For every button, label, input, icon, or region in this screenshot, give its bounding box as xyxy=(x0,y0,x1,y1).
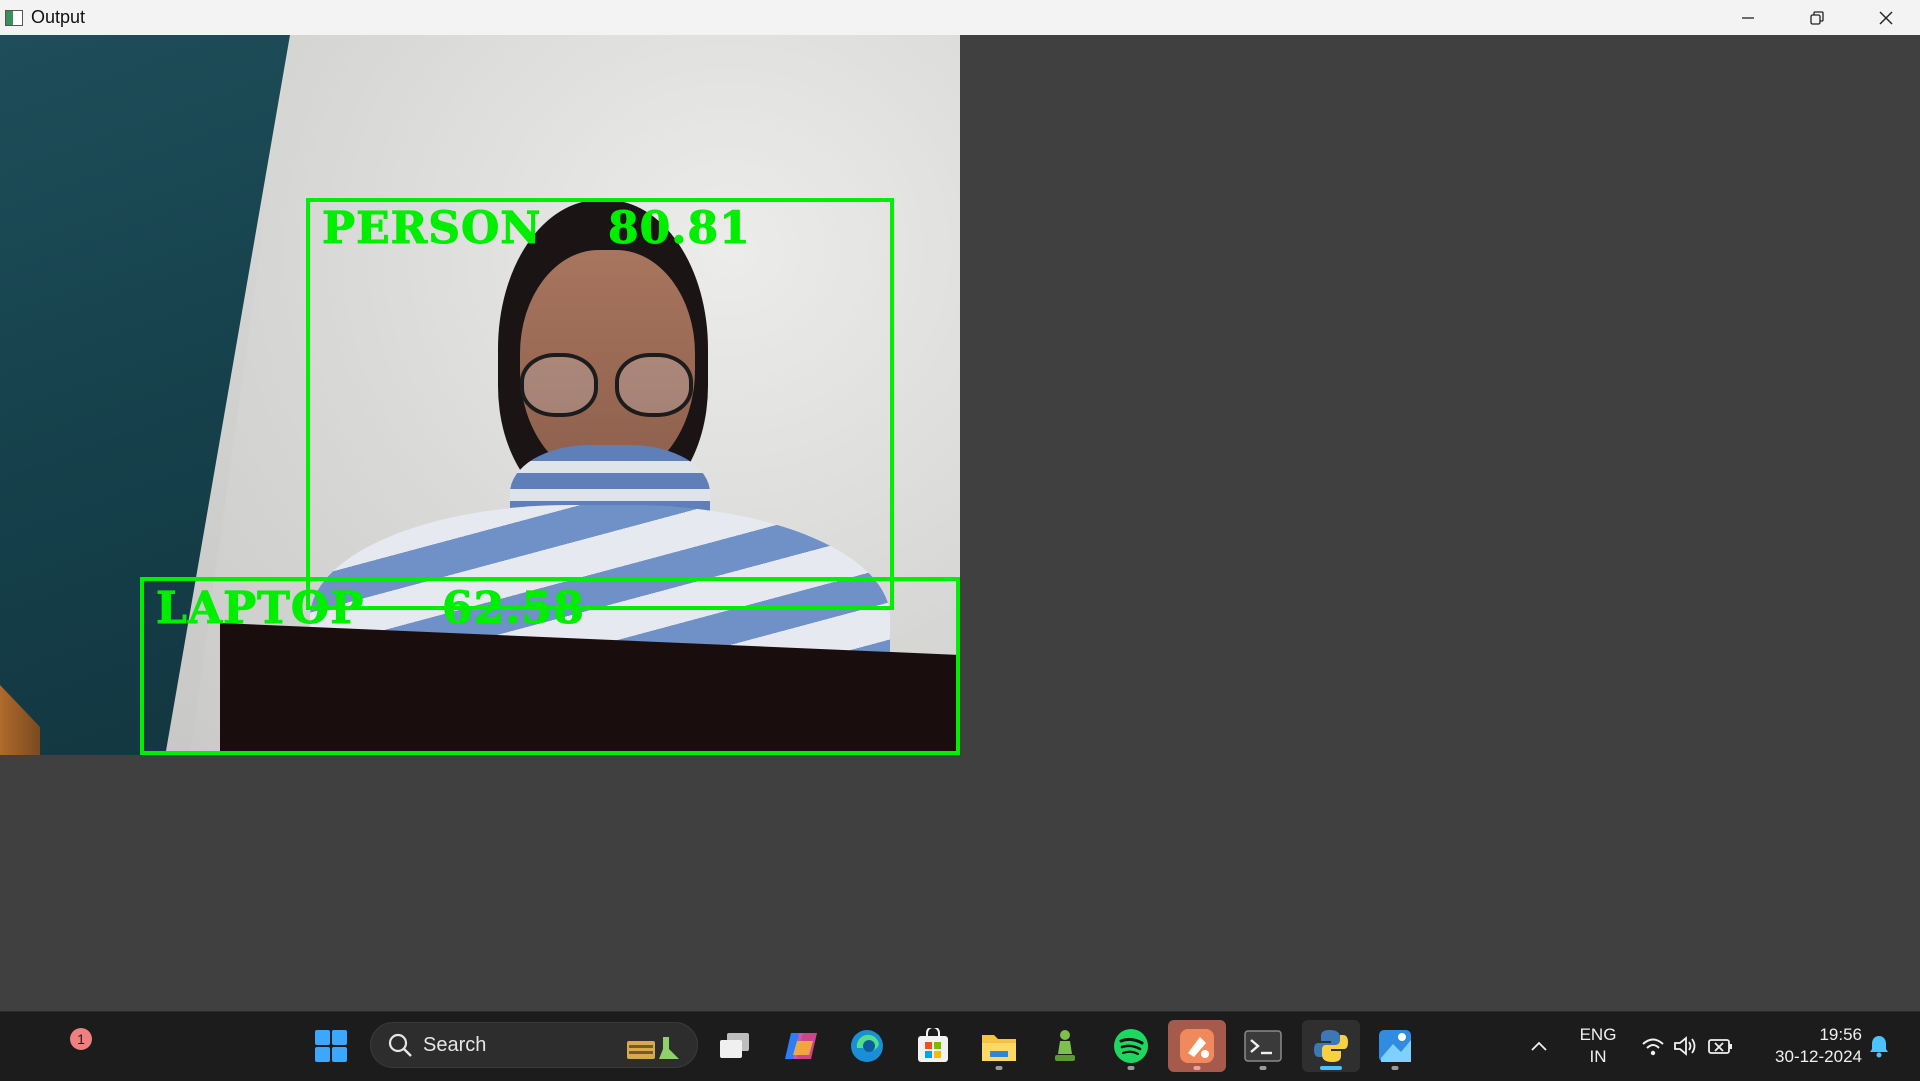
close-icon xyxy=(1879,11,1892,24)
task-view-button[interactable] xyxy=(708,1020,762,1072)
app-icon xyxy=(1180,1029,1214,1063)
copilot-button[interactable] xyxy=(774,1020,828,1072)
opencv-window-icon xyxy=(5,9,23,26)
notifications-button[interactable] xyxy=(1862,1020,1896,1072)
clock-date: 30-12-2024 xyxy=(1775,1047,1862,1066)
search-icon xyxy=(388,1033,412,1057)
file-explorer-button[interactable] xyxy=(972,1020,1026,1072)
edge-button[interactable] xyxy=(840,1020,894,1072)
photos-icon xyxy=(1379,1030,1411,1062)
minimize-icon xyxy=(1741,16,1754,19)
language-code: ENG xyxy=(1579,1025,1617,1044)
window-title: Output xyxy=(31,7,86,27)
terminal-button[interactable] xyxy=(1236,1020,1290,1072)
active-window-indicator xyxy=(1320,1066,1342,1070)
taskbar: 1 Search ENG IN 19:56 30-12-2024 xyxy=(0,1011,1920,1081)
chess-button[interactable] xyxy=(1038,1020,1092,1072)
window-content: PERSON 80.81 LAPTOP 62.58 xyxy=(0,35,1920,1011)
close-button[interactable] xyxy=(1851,0,1920,35)
volume-icon xyxy=(1674,1036,1696,1056)
weather-moon-icon xyxy=(38,1034,63,1059)
start-icon xyxy=(315,1030,347,1062)
minimize-button[interactable] xyxy=(1713,0,1782,35)
chess-icon xyxy=(1055,1030,1075,1061)
clock-time: 19:56 xyxy=(1819,1025,1862,1044)
running-indicator xyxy=(1127,1066,1135,1070)
file-explorer-icon xyxy=(982,1035,1016,1061)
person-detection-box xyxy=(306,198,894,610)
running-indicator xyxy=(995,1066,1003,1070)
laptop-detection-score: 62.58 xyxy=(442,583,585,634)
person-detection-score: 80.81 xyxy=(608,203,751,254)
store-icon xyxy=(918,1028,948,1062)
running-indicator xyxy=(1259,1066,1267,1070)
photos-button[interactable] xyxy=(1368,1020,1422,1072)
window-controls xyxy=(1713,0,1920,35)
show-hidden-icons-button[interactable] xyxy=(1512,1020,1566,1072)
wifi-icon xyxy=(1642,1038,1664,1056)
copilot-icon xyxy=(785,1033,817,1059)
spotify-button[interactable] xyxy=(1104,1020,1158,1072)
task-view-icon xyxy=(720,1033,749,1058)
edge-icon xyxy=(851,1030,883,1062)
region-code: IN xyxy=(1589,1047,1607,1066)
restore-button[interactable] xyxy=(1782,0,1851,35)
start-button[interactable] xyxy=(304,1020,358,1072)
running-indicator xyxy=(1193,1066,1201,1070)
app-button[interactable] xyxy=(1168,1020,1226,1072)
taskbar-search[interactable]: Search xyxy=(370,1022,698,1068)
chevron-up-icon xyxy=(1531,1041,1547,1051)
camera-frame: PERSON 80.81 LAPTOP 62.58 xyxy=(0,35,960,755)
search-highlight-icon xyxy=(627,1037,679,1059)
battery-icon xyxy=(1708,1039,1732,1054)
person-detection-label: PERSON xyxy=(322,203,542,254)
language-indicator[interactable]: ENG IN xyxy=(1570,1024,1626,1068)
terminal-icon xyxy=(1244,1030,1282,1062)
laptop-detection-label: LAPTOP xyxy=(155,583,365,634)
store-button[interactable] xyxy=(906,1020,960,1072)
running-indicator xyxy=(1391,1066,1399,1070)
widgets-badge: 1 xyxy=(70,1028,92,1050)
clock[interactable]: 19:56 30-12-2024 xyxy=(1752,1024,1862,1068)
python-button[interactable] xyxy=(1302,1020,1360,1072)
widgets-button[interactable]: 1 xyxy=(22,1020,92,1072)
python-icon xyxy=(1314,1030,1348,1062)
bell-icon xyxy=(1870,1036,1888,1058)
window-title-bar[interactable]: Output xyxy=(0,0,1920,35)
search-placeholder: Search xyxy=(423,1033,487,1056)
restore-icon xyxy=(1809,10,1824,25)
spotify-icon xyxy=(1114,1029,1148,1063)
quick-settings-button[interactable] xyxy=(1634,1020,1742,1072)
